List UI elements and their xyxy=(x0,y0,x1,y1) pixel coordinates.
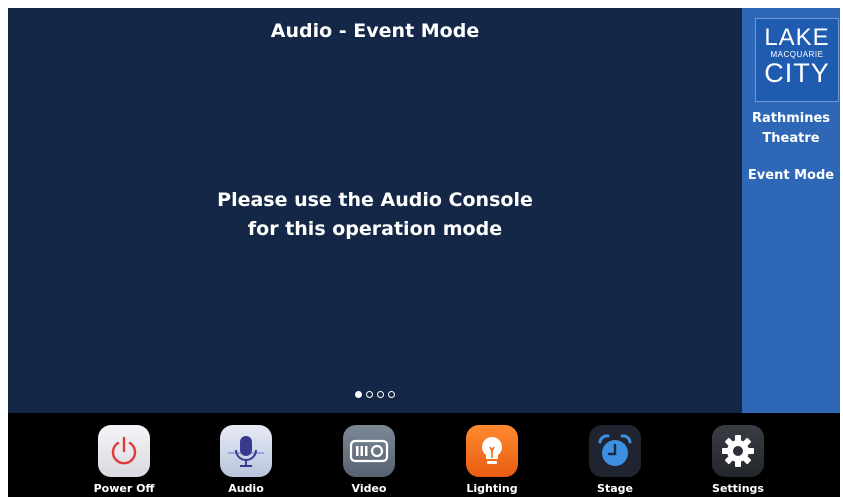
page-title: Audio - Event Mode xyxy=(270,20,480,42)
nav-audio-label: Audio xyxy=(228,482,264,495)
nav-stage-button[interactable]: Stage xyxy=(575,425,655,495)
projector-icon xyxy=(343,425,395,477)
instruction-line-2: for this operation mode xyxy=(247,218,503,240)
nav-audio-button[interactable]: Audio xyxy=(206,425,286,495)
nav-power-off-label: Power Off xyxy=(93,482,155,495)
page-indicator xyxy=(8,391,742,398)
instruction-line-1: Please use the Audio Console xyxy=(217,189,533,211)
page-dot-3[interactable] xyxy=(377,391,384,398)
instruction-message: Please use the Audio Console for this op… xyxy=(8,186,742,244)
lake-macquarie-city-logo: LAKE MACQUARIE CITY xyxy=(755,18,839,102)
power-icon xyxy=(98,425,150,477)
gear-icon xyxy=(712,425,764,477)
nav-lighting-label: Lighting xyxy=(466,482,518,495)
nav-settings-button[interactable]: Settings xyxy=(698,425,778,495)
nav-power-off-button[interactable]: Power Off xyxy=(84,425,164,495)
venue-name-line-2: Theatre xyxy=(762,131,820,146)
nav-lighting-button[interactable]: Lighting xyxy=(452,425,532,495)
nav-stage-label: Stage xyxy=(597,482,633,495)
main-content-area: Audio - Event Mode Please use the Audio … xyxy=(8,8,742,413)
venue-name-line-1: Rathmines xyxy=(751,111,831,126)
page-dot-2[interactable] xyxy=(366,391,373,398)
nav-video-button[interactable]: Video xyxy=(329,425,409,495)
venue-name: Rathmines Theatre xyxy=(742,109,840,149)
alarm-clock-icon xyxy=(589,425,641,477)
page-dot-1[interactable] xyxy=(355,391,362,398)
bottom-nav-bar: Power Off Audio Video Lighting Stage Set… xyxy=(8,413,840,497)
sidebar: LAKE MACQUARIE CITY Rathmines Theatre Ev… xyxy=(742,8,840,413)
nav-settings-label: Settings xyxy=(712,482,764,495)
lightbulb-icon xyxy=(466,425,518,477)
page-dot-4[interactable] xyxy=(388,391,395,398)
nav-video-label: Video xyxy=(351,482,387,495)
current-mode-label: Event Mode xyxy=(747,168,835,183)
touch-panel-screen: Audio - Event Mode Please use the Audio … xyxy=(8,8,840,497)
microphone-icon xyxy=(220,425,272,477)
